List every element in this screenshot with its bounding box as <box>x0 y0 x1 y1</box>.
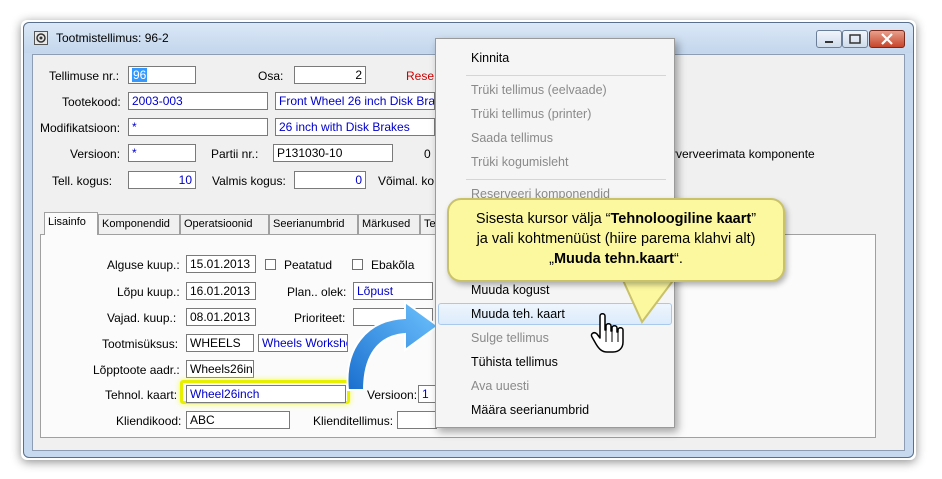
menu-separator <box>466 75 666 76</box>
conflict-checkbox[interactable] <box>352 259 363 270</box>
start-date-label: Alguse kuup.: <box>107 258 180 272</box>
qty-field[interactable]: 10 <box>128 171 196 189</box>
close-button[interactable] <box>869 30 905 48</box>
modification-label: Modifikatsioon: <box>40 121 121 135</box>
done-qty-field[interactable]: 0 <box>294 171 366 189</box>
done-qty-label: Valmis kogus: <box>212 174 286 188</box>
menu-item-print-printer[interactable]: Trüki tellimus (printer) <box>471 107 591 121</box>
callout-line3: „Muuda tehn.kaart“. <box>549 251 683 267</box>
customer-code-label: Kliendikood: <box>116 414 182 428</box>
callout-line2: ja vali kohtmenüüst (hiire parema klahvi… <box>476 231 756 247</box>
menu-item-cancel-order[interactable]: Tühista tellimus <box>471 355 558 369</box>
app-icon <box>34 31 48 45</box>
end-date-label: Lõpu kuup.: <box>117 285 180 299</box>
start-date-field[interactable]: 15.01.2013 <box>186 255 256 273</box>
possible-qty-label: Võimal. ko <box>378 174 435 188</box>
tab-markused[interactable]: Märkused <box>358 214 420 234</box>
menu-item-reopen[interactable]: Ava uuesti <box>471 379 529 393</box>
customer-order-label: Klienditellimus: <box>313 414 394 428</box>
menu-item-print-preview[interactable]: Trüki tellimus (eelvaade) <box>471 83 607 97</box>
tech-card-field[interactable]: Wheel26inch <box>186 385 346 403</box>
maximize-icon <box>849 34 861 44</box>
modification-field[interactable]: * <box>128 118 268 136</box>
version-label: Versioon: <box>70 147 121 161</box>
minimize-icon <box>825 41 833 43</box>
tab-lisainfo[interactable]: Lisainfo <box>44 212 98 235</box>
minimize-button[interactable] <box>816 30 842 48</box>
part-label: Osa: <box>258 69 284 83</box>
customer-order-field[interactable] <box>397 411 437 429</box>
reserve-status: Rese <box>406 69 435 83</box>
paused-checkbox[interactable] <box>265 259 276 270</box>
tab-operatsioonid[interactable]: Operatsioonid <box>180 214 269 234</box>
order-no-label: Tellimuse nr.: <box>49 69 120 83</box>
window-title: Tootmistellimus: 96-2 <box>56 31 169 45</box>
menu-item-assign-serials[interactable]: Määra seerianumbrid <box>471 403 589 417</box>
menu-item-change-qty[interactable]: Muuda kogust <box>471 283 550 297</box>
callout-tail <box>620 276 677 324</box>
pointer-arrow-icon <box>346 300 440 391</box>
tab-seerianumbrid[interactable]: Seerianumbrid <box>269 214 358 234</box>
menu-item-kinnita[interactable]: Kinnita <box>471 51 509 65</box>
modification-desc-field[interactable]: 26 inch with Disk Brakes <box>275 118 435 136</box>
unit-label: Tootmisüksus: <box>102 337 179 351</box>
unreserved-components-label: rverveerimata komponente <box>672 147 815 161</box>
instruction-callout: Sisesta kursor välja “Tehnoloogiline kaa… <box>447 198 785 282</box>
close-icon <box>881 33 893 45</box>
product-code-label: Tootekood: <box>62 95 121 109</box>
unit-field[interactable]: WHEELS <box>186 334 254 352</box>
batch-field[interactable]: P131030-10 <box>273 144 393 162</box>
version-field[interactable]: * <box>128 144 196 162</box>
menu-item-change-tech-card[interactable]: Muuda teh. kaart <box>471 307 565 321</box>
product-desc-field[interactable]: Front Wheel 26 inch Disk Bral <box>275 92 435 110</box>
product-code-field[interactable]: 2003-003 <box>128 92 268 110</box>
customer-code-field[interactable]: ABC <box>186 411 290 429</box>
menu-item-print-picklist[interactable]: Trüki kogumisleht <box>471 155 569 169</box>
end-date-field[interactable]: 16.01.2013 <box>186 282 256 300</box>
order-no-field[interactable]: 96 <box>128 66 196 84</box>
part-field[interactable]: 2 <box>294 66 366 84</box>
paused-label: Peatatud <box>284 258 333 272</box>
final-addr-label: Lõpptoote aadr.: <box>93 363 180 377</box>
menu-separator <box>466 179 666 180</box>
menu-item-send-order[interactable]: Saada tellimus <box>471 131 553 145</box>
tech-card-label: Tehnol. kaart: <box>105 388 178 402</box>
hand-cursor-icon <box>590 313 624 353</box>
maximize-button[interactable] <box>842 30 868 48</box>
qty-label: Tell. kogus: <box>52 174 113 188</box>
needed-date-field[interactable]: 08.01.2013 <box>186 308 256 326</box>
conflict-label: Ebakõla <box>371 258 415 272</box>
final-addr-field[interactable]: Wheels26inc <box>186 360 254 378</box>
needed-date-label: Vajad. kuup.: <box>107 311 177 325</box>
tab-komponendid[interactable]: Komponendid <box>98 214 180 234</box>
callout-line1: Sisesta kursor välja “Tehnoloogiline kaa… <box>475 211 757 227</box>
batch-label: Partii nr.: <box>211 147 259 161</box>
menu-item-close-order[interactable]: Sulge tellimus <box>471 331 549 345</box>
batch-extra: 0 <box>424 147 431 161</box>
